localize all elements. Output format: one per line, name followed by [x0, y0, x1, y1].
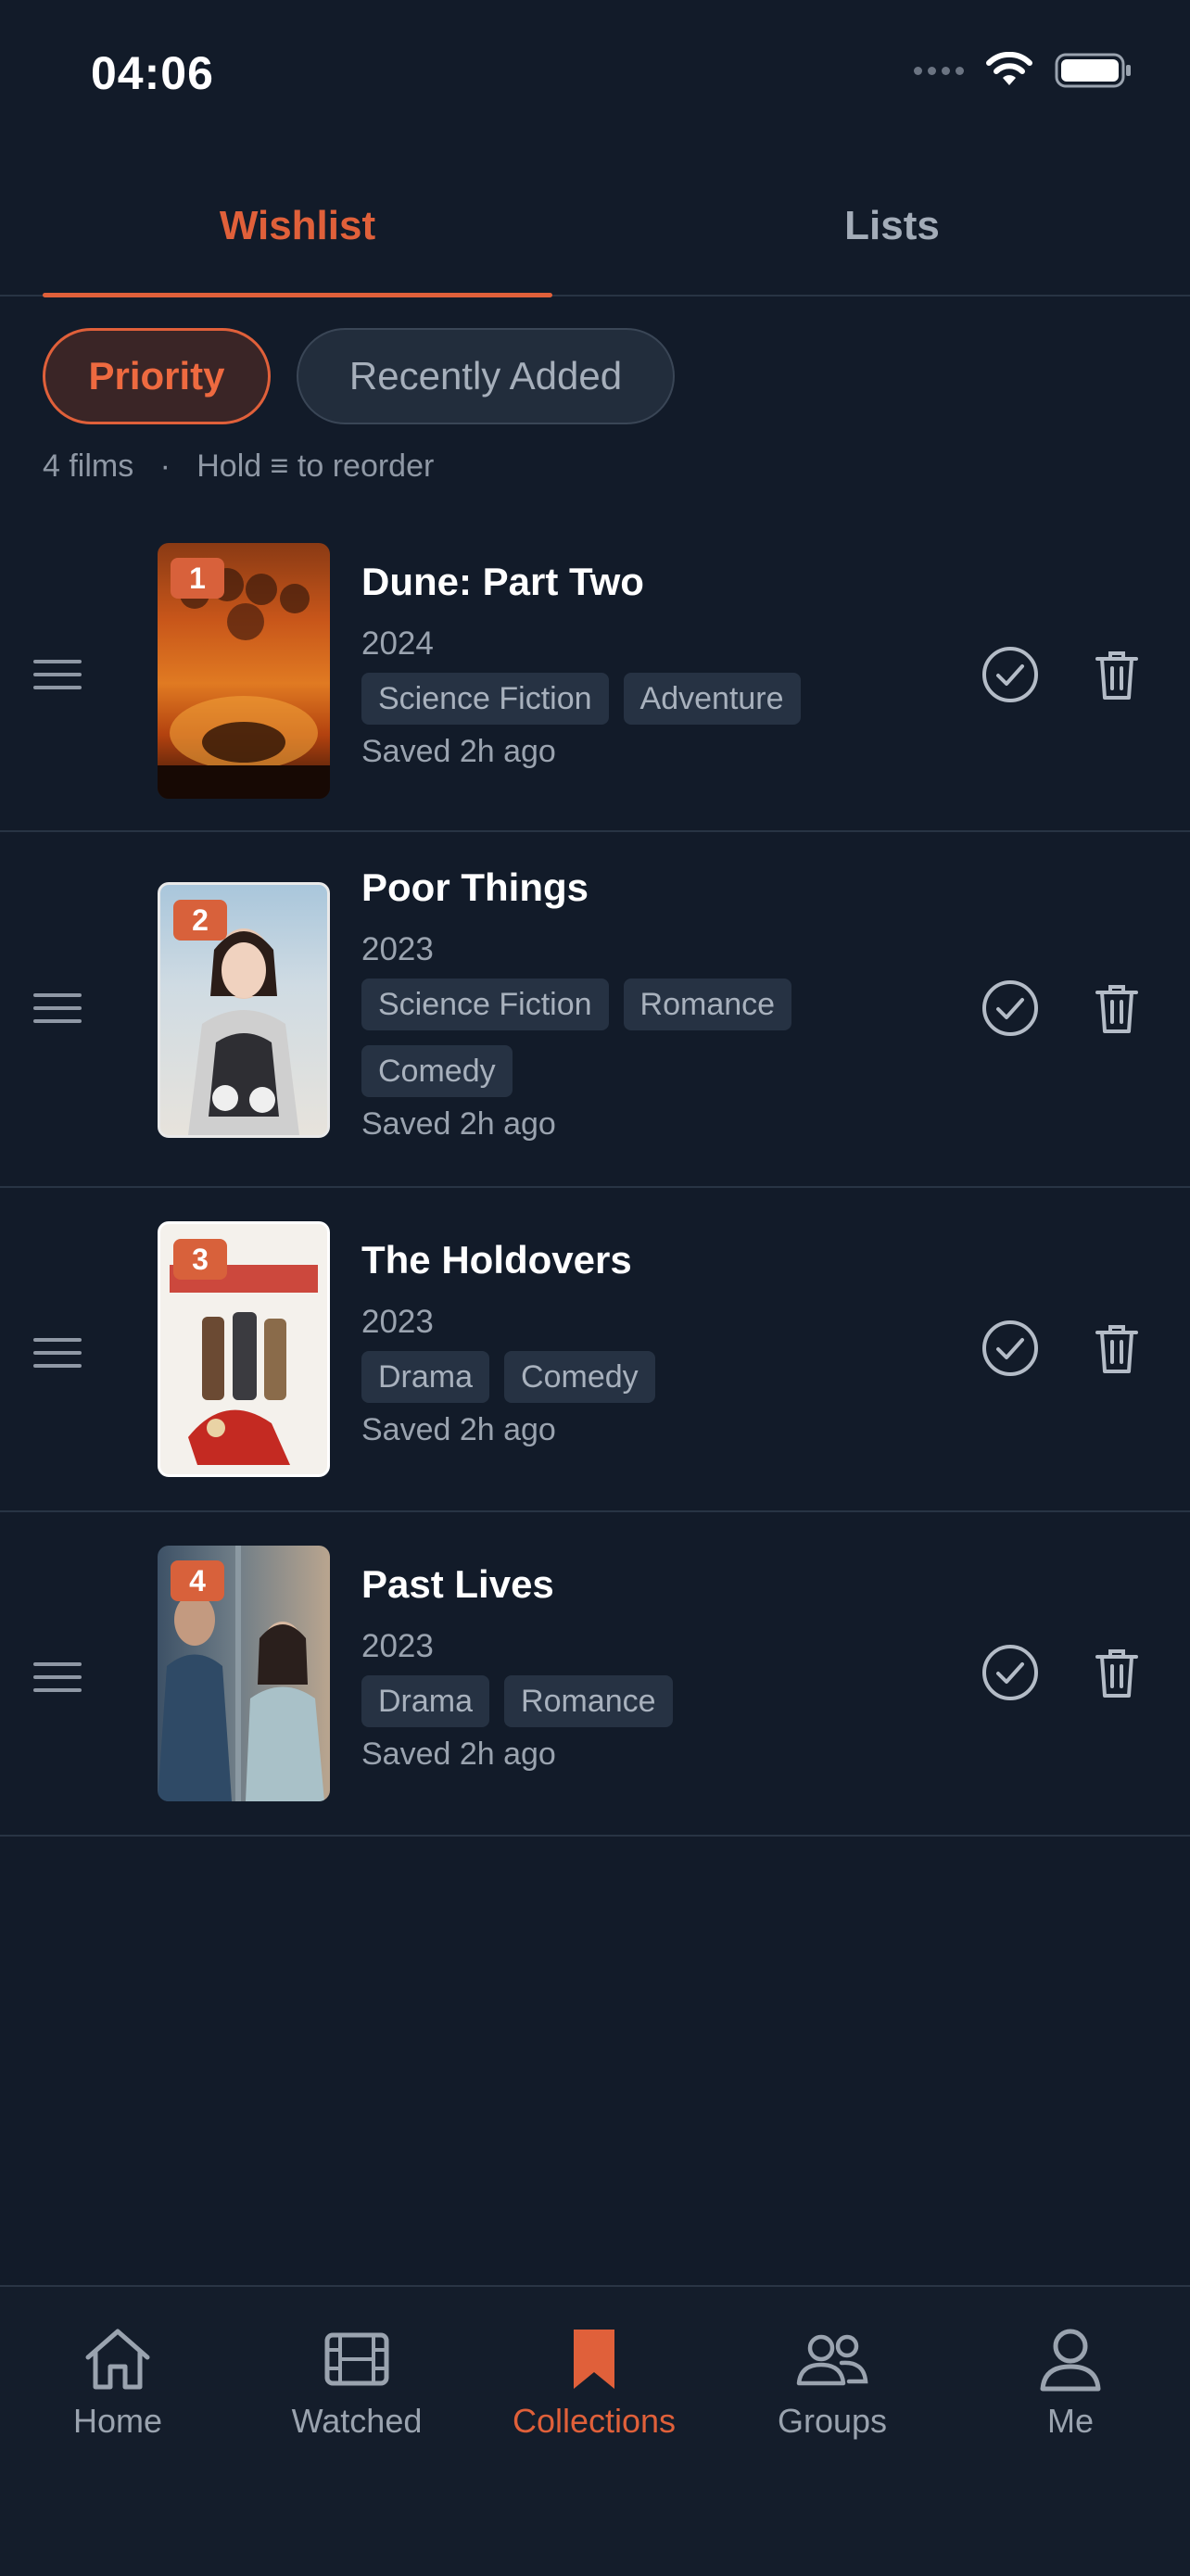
reorder-hint: Hold ≡ to reorder [196, 448, 435, 484]
drag-handle-icon[interactable] [33, 1662, 82, 1699]
film-poster[interactable]: 4 [158, 1546, 330, 1801]
saved-time: Saved 2h ago [361, 1736, 556, 1772]
film-count: 4 films [43, 448, 134, 484]
genre-tags: Science Fiction Romance Comedy [361, 979, 880, 1097]
film-poster[interactable]: 1 [158, 543, 330, 799]
status-bar: 04:06 [0, 0, 1190, 139]
rank-badge: 3 [173, 1239, 227, 1280]
tab-me-label: Me [1046, 2402, 1094, 2440]
groups-icon [795, 2324, 869, 2394]
genre-tags: Drama Comedy [361, 1351, 955, 1403]
genre-tag: Romance [623, 979, 792, 1030]
tab-groups[interactable]: Groups [721, 2324, 943, 2441]
tab-watched[interactable]: Watched [246, 2324, 468, 2441]
tab-watched-label: Watched [291, 2402, 423, 2440]
tab-collections[interactable]: Collections [483, 2324, 705, 2441]
tab-lists[interactable]: Lists [626, 158, 1158, 295]
genre-tag: Romance [504, 1675, 673, 1727]
genre-tag: Comedy [504, 1351, 655, 1403]
active-tab-indicator [43, 293, 552, 297]
film-row[interactable]: 3 The Holdovers 2023 Drama Comedy Saved … [0, 1186, 1190, 1512]
battery-icon [1055, 53, 1131, 88]
rank-badge: 4 [171, 1560, 224, 1601]
tab-home-label: Home [72, 2402, 163, 2440]
genre-tag: Adventure [623, 673, 801, 725]
sort-chips: Priority Recently Added [43, 328, 675, 424]
sort-priority-chip[interactable]: Priority [43, 328, 271, 424]
cellular-signal-icon [914, 66, 964, 75]
film-title: The Holdovers [361, 1238, 632, 1282]
genre-tag: Comedy [361, 1045, 513, 1097]
saved-time: Saved 2h ago [361, 734, 556, 769]
film-info: Poor Things 2023 Science Fiction Romance… [361, 865, 955, 1143]
film-row[interactable]: 4 Past Lives 2023 Drama Romance Saved 2h… [0, 1510, 1190, 1837]
genre-tags: Drama Romance [361, 1675, 955, 1727]
home-icon [81, 2324, 155, 2394]
meta-separator: · [159, 448, 171, 484]
delete-trash-icon[interactable] [1086, 644, 1147, 705]
film-year: 2023 [361, 1304, 434, 1340]
saved-time: Saved 2h ago [361, 1106, 556, 1142]
bookmark-icon [557, 2324, 631, 2394]
genre-tag: Drama [361, 1675, 490, 1727]
film-title: Dune: Part Two [361, 560, 644, 603]
wifi-icon [986, 52, 1032, 85]
delete-trash-icon[interactable] [1086, 1642, 1147, 1703]
film-year: 2023 [361, 931, 434, 967]
film-info: Dune: Part Two 2024 Science Fiction Adve… [361, 560, 955, 770]
drag-handle-icon[interactable] [33, 993, 82, 1030]
film-row[interactable]: 2 Poor Things 2023 Science Fiction Roman… [0, 830, 1190, 1188]
sort-recently-added-chip[interactable]: Recently Added [297, 328, 675, 424]
tab-collections-label: Collections [512, 2402, 677, 2440]
film-row[interactable]: 1 Dune: Part Two 2024 Science Fiction Ad… [0, 519, 1190, 832]
film-info: Past Lives 2023 Drama Romance Saved 2h a… [361, 1562, 955, 1773]
film-title: Poor Things [361, 865, 589, 909]
film-year: 2024 [361, 625, 434, 662]
mark-watched-check-icon[interactable] [980, 644, 1041, 705]
film-title: Past Lives [361, 1562, 554, 1606]
film-info: The Holdovers 2023 Drama Comedy Saved 2h… [361, 1238, 955, 1448]
mark-watched-check-icon[interactable] [980, 1642, 1041, 1703]
person-icon [1033, 2324, 1108, 2394]
film-poster[interactable]: 3 [158, 1221, 330, 1477]
drag-handle-icon[interactable] [33, 660, 82, 697]
genre-tag: Drama [361, 1351, 490, 1403]
delete-trash-icon[interactable] [1086, 1318, 1147, 1379]
rank-badge: 2 [173, 900, 227, 941]
genre-tag: Science Fiction [361, 673, 609, 725]
genre-tags: Science Fiction Adventure [361, 673, 955, 725]
segment-tabs: Wishlist Lists [0, 158, 1190, 297]
list-meta: 4 films · Hold ≡ to reorder [43, 448, 434, 485]
drag-handle-icon[interactable] [33, 1338, 82, 1375]
tab-wishlist[interactable]: Wishlist [43, 158, 552, 295]
saved-time: Saved 2h ago [361, 1412, 556, 1447]
mark-watched-check-icon[interactable] [980, 1318, 1041, 1379]
delete-trash-icon[interactable] [1086, 978, 1147, 1039]
mark-watched-check-icon[interactable] [980, 978, 1041, 1039]
tab-groups-label: Groups [777, 2402, 888, 2440]
status-time: 04:06 [91, 47, 214, 99]
tab-home[interactable]: Home [6, 2324, 229, 2441]
bottom-tab-bar: Home Watched Collections Groups Me [0, 2285, 1190, 2576]
tab-me[interactable]: Me [959, 2324, 1182, 2441]
film-poster[interactable]: 2 [158, 882, 330, 1138]
rank-badge: 1 [171, 558, 224, 599]
genre-tag: Science Fiction [361, 979, 609, 1030]
status-icons [914, 52, 1133, 89]
film-icon [320, 2324, 394, 2394]
film-year: 2023 [361, 1628, 434, 1664]
